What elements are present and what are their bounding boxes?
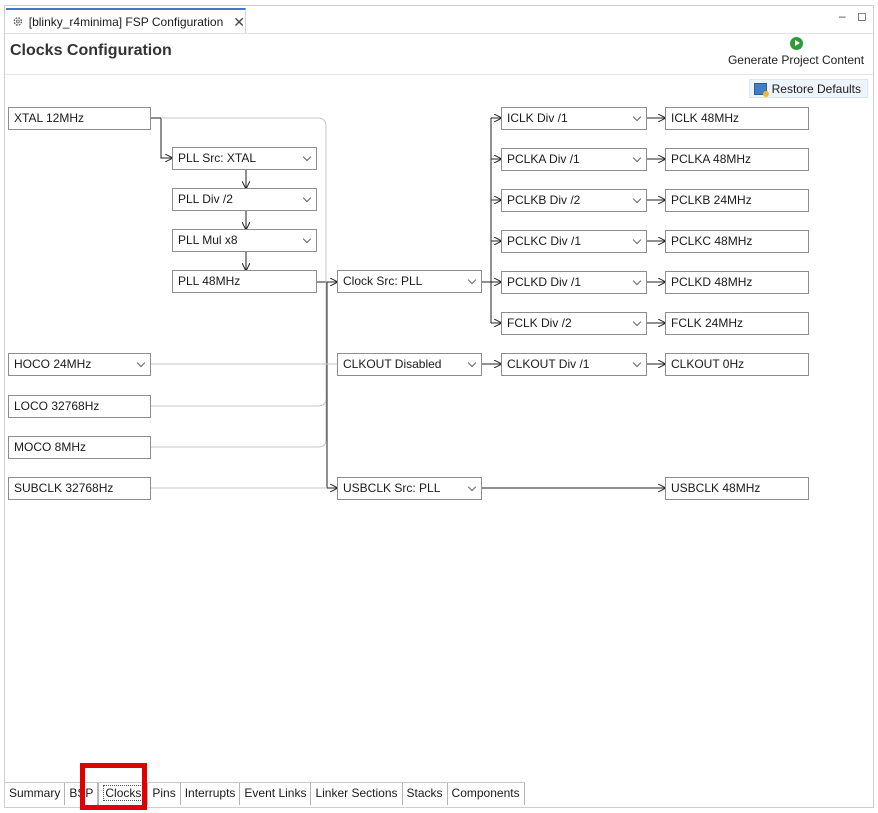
chevron-down-icon: [467, 358, 477, 368]
fclk-output-box: FCLK 24MHz: [665, 312, 809, 335]
chevron-down-icon: [632, 358, 642, 368]
chevron-down-icon: [302, 234, 312, 244]
chevron-down-icon: [467, 482, 477, 492]
pll-src-label: PLL Src: XTAL: [178, 151, 257, 165]
chevron-down-icon: [302, 152, 312, 162]
tab-bsp[interactable]: BSP: [65, 783, 99, 805]
pclkc-div-select[interactable]: PCLKC Div /1: [501, 230, 647, 253]
iclk-div-select[interactable]: ICLK Div /1: [501, 107, 647, 130]
hoco-select[interactable]: HOCO 24MHz: [8, 353, 151, 376]
pclka-output-box: PCLKA 48MHz: [665, 148, 809, 171]
pclkd-div-label: PCLKD Div /1: [507, 275, 582, 289]
chevron-down-icon: [632, 235, 642, 245]
fclk-div-label: FCLK Div /2: [507, 316, 572, 330]
chevron-down-icon: [632, 112, 642, 122]
pclka-div-label: PCLKA Div /1: [507, 152, 580, 166]
iclk-output-box: ICLK 48MHz: [665, 107, 809, 130]
clock-src-select[interactable]: Clock Src: PLL: [337, 270, 482, 293]
tab-stacks[interactable]: Stacks: [402, 783, 448, 805]
chevron-down-icon: [136, 358, 146, 368]
tab-summary[interactable]: Summary: [5, 783, 66, 805]
pclkd-div-select[interactable]: PCLKD Div /1: [501, 271, 647, 294]
pll-mul-label: PLL Mul x8: [178, 233, 238, 247]
tab-event-links[interactable]: Event Links: [240, 783, 312, 805]
clock-src-label: Clock Src: PLL: [343, 274, 423, 288]
subclk-box: SUBCLK 32768Hz: [8, 477, 151, 500]
pclkb-div-label: PCLKB Div /2: [507, 193, 581, 207]
fclk-div-select[interactable]: FCLK Div /2: [501, 312, 647, 335]
usbclk-src-label: USBCLK Src: PLL: [343, 481, 441, 495]
pclkb-output-box: PCLKB 24MHz: [665, 189, 809, 212]
tab-interrupts[interactable]: Interrupts: [180, 783, 241, 805]
pll-src-select[interactable]: PLL Src: XTAL: [172, 147, 317, 170]
pll-div-select[interactable]: PLL Div /2: [172, 188, 317, 211]
pll-mul-select[interactable]: PLL Mul x8: [172, 229, 317, 252]
pclkc-output-box: PCLKC 48MHz: [665, 230, 809, 253]
chevron-down-icon: [632, 153, 642, 163]
usbclk-output-box: USBCLK 48MHz: [665, 477, 809, 500]
tab-clocks[interactable]: Clocks: [98, 783, 149, 805]
chevron-down-icon: [632, 317, 642, 327]
pclkd-output-box: PCLKD 48MHz: [665, 271, 809, 294]
pll-output-box: PLL 48MHz: [172, 270, 317, 293]
pclka-div-select[interactable]: PCLKA Div /1: [501, 148, 647, 171]
clkout-output-box: CLKOUT 0Hz: [665, 353, 809, 376]
tab-components[interactable]: Components: [447, 783, 525, 805]
clkout-div-label: CLKOUT Div /1: [507, 357, 590, 371]
pclkc-div-label: PCLKC Div /1: [507, 234, 582, 248]
chevron-down-icon: [632, 276, 642, 286]
chevron-down-icon: [302, 193, 312, 203]
loco-box: LOCO 32768Hz: [8, 395, 151, 418]
chevron-down-icon: [632, 194, 642, 204]
moco-box: MOCO 8MHz: [8, 436, 151, 459]
pclkb-div-select[interactable]: PCLKB Div /2: [501, 189, 647, 212]
pll-div-label: PLL Div /2: [178, 192, 233, 206]
hoco-label: HOCO 24MHz: [14, 357, 92, 371]
tab-clocks-label: Clocks: [103, 785, 144, 801]
page-tabs: Summary BSP Clocks Pins Interrupts Event…: [5, 782, 525, 805]
clkout-div-select[interactable]: CLKOUT Div /1: [501, 353, 647, 376]
xtal-box: XTAL 12MHz: [8, 107, 151, 130]
tab-pins[interactable]: Pins: [148, 783, 181, 805]
usbclk-src-select[interactable]: USBCLK Src: PLL: [337, 477, 482, 500]
clkout-src-select[interactable]: CLKOUT Disabled: [337, 353, 482, 376]
iclk-div-label: ICLK Div /1: [507, 111, 568, 125]
clkout-src-label: CLKOUT Disabled: [343, 357, 442, 371]
chevron-down-icon: [467, 275, 477, 285]
tab-linker-sections[interactable]: Linker Sections: [311, 783, 403, 805]
